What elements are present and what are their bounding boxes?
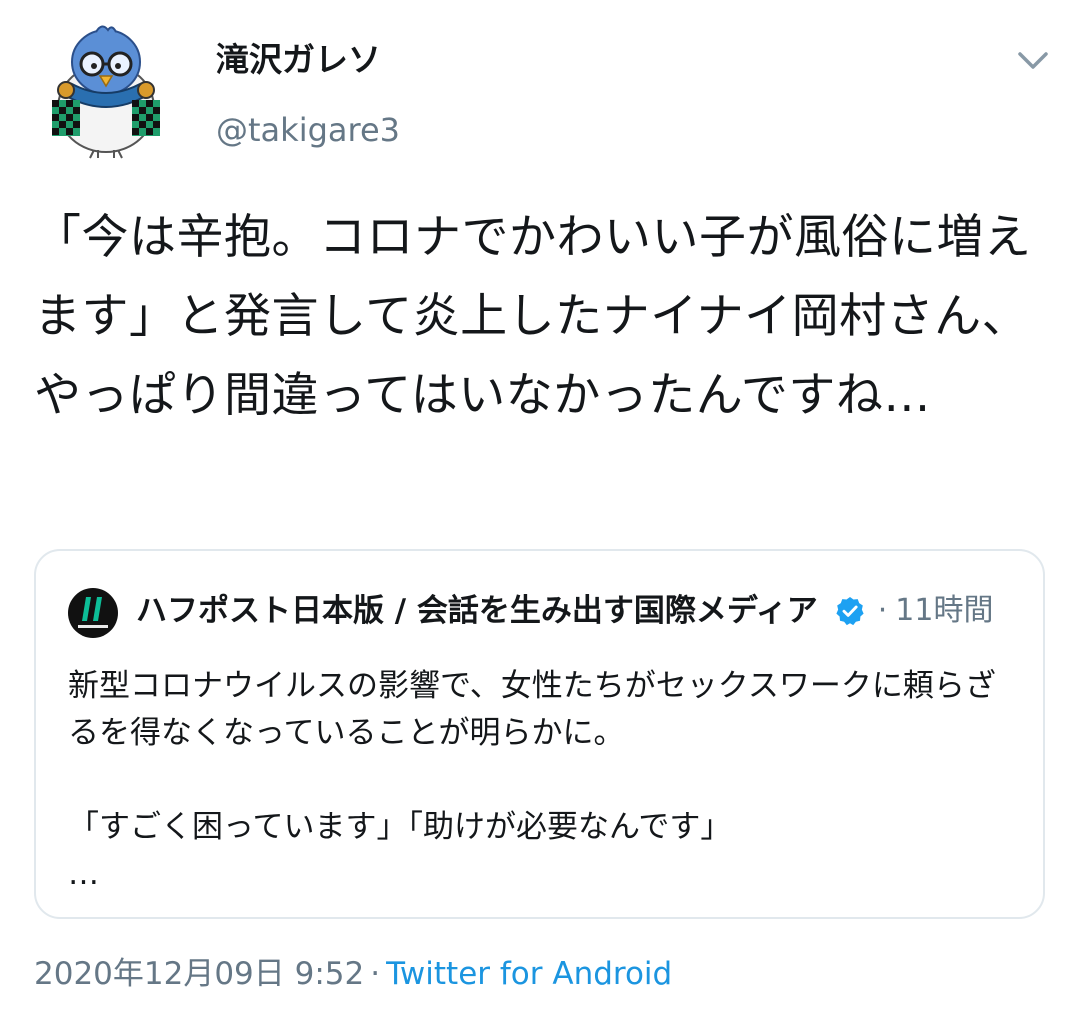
tweet-source-link[interactable]: Twitter for Android [386,956,672,992]
quoted-tweet-header: ハフポスト日本版 / 会話を生み出す国際メディア · 11時間 [136,589,1009,633]
author-handle[interactable]: @takigare3 [216,108,400,152]
quoted-tweet-text: 新型コロナウイルスの影響で、女性たちがセックスワークに頼らざるを得なくなっている… [68,668,996,892]
chevron-down-icon[interactable] [1012,42,1054,78]
separator-dot: · [877,593,888,628]
huffpost-logo-icon[interactable] [68,588,118,638]
quoted-tweet-time[interactable]: 11時間 [895,589,993,633]
bird-avatar-icon[interactable] [40,20,172,160]
quoted-tweet-card[interactable]: ハフポスト日本版 / 会話を生み出す国際メディア · 11時間 新型コロナウイル… [34,549,1045,919]
tweet-timestamp[interactable]: 2020年12月09日 9:52 [34,956,364,992]
author-display-name[interactable]: 滝沢ガレソ [216,38,381,82]
quoted-author-name[interactable]: ハフポスト日本版 / 会話を生み出す国際メディア [136,589,818,633]
separator-dot: · [370,956,381,992]
tweet-metadata: 2020年12月09日 9:52 · Twitter for Android [34,952,672,996]
tweet-text: 「今は辛抱。コロナでかわいい子が風俗に増えます」と発言して炎上したナイナイ岡村さ… [34,210,1032,423]
verified-badge-icon [836,597,864,626]
